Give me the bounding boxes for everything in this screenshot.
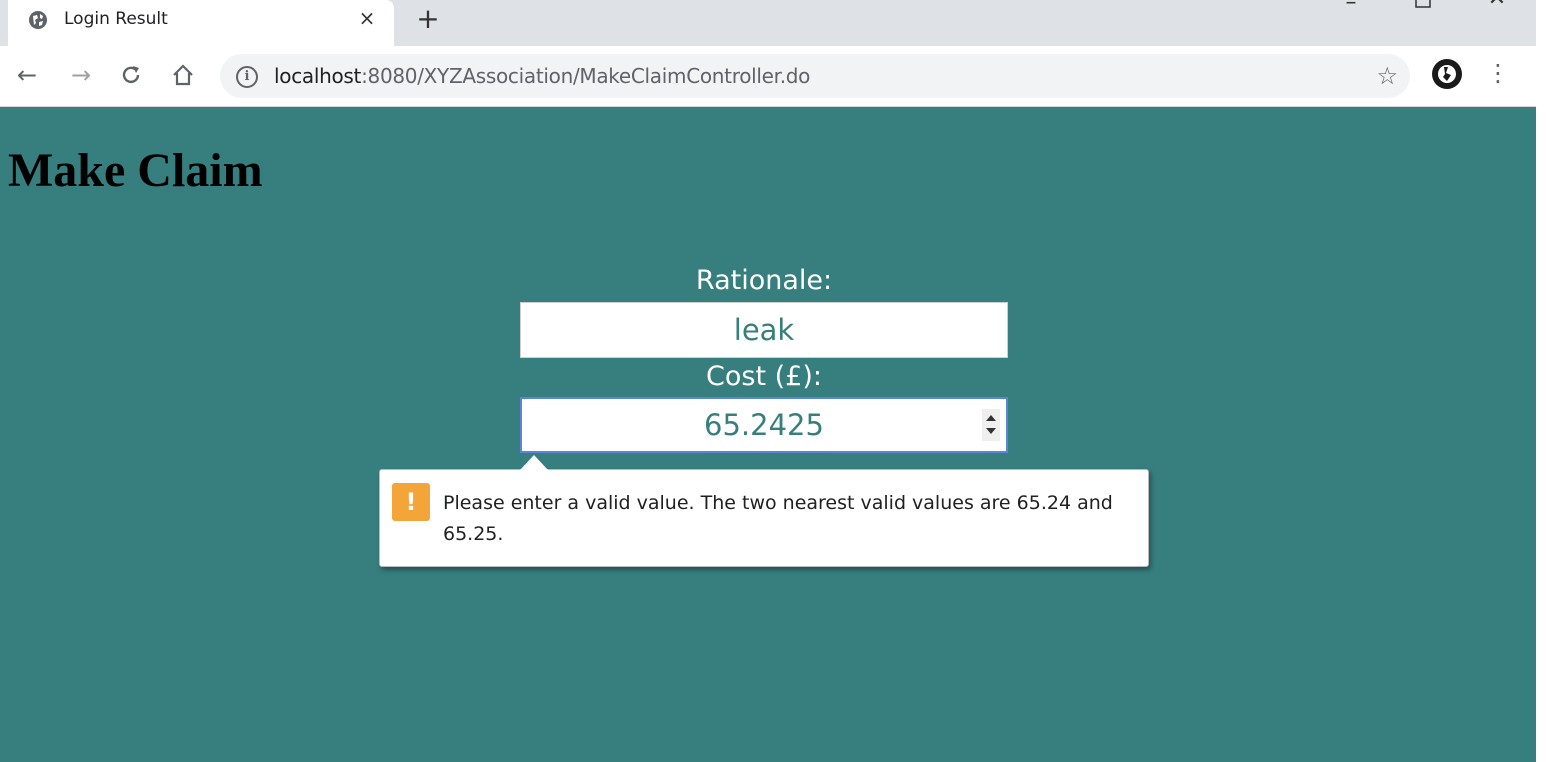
home-glyph-icon (173, 64, 193, 86)
browser-tab[interactable]: Login Result × (8, 0, 394, 46)
url-host: localhost (274, 64, 362, 88)
rationale-input[interactable]: leak (520, 302, 1008, 358)
new-tab-button[interactable]: + (414, 5, 442, 33)
cost-input[interactable]: 65.2425 (520, 397, 1008, 453)
browser-menu-icon[interactable]: ⋮ (1486, 58, 1510, 88)
home-icon[interactable] (168, 60, 198, 90)
page-content: Make Claim Rationale: leak Cost (£): 65.… (0, 107, 1536, 762)
number-spinner[interactable] (982, 409, 1000, 441)
tab-title: Login Result (64, 9, 168, 29)
warning-icon: ! (392, 483, 430, 521)
window-edge (1536, 0, 1546, 762)
forward-arrow-icon[interactable]: → (66, 60, 96, 90)
info-icon[interactable]: i (236, 66, 258, 88)
extension-glyph-icon (1438, 65, 1456, 83)
minimize-icon[interactable]: – (1328, 0, 1374, 20)
spinner-down-icon[interactable] (986, 428, 996, 434)
bookmark-star-icon[interactable]: ☆ (1376, 62, 1398, 90)
page-title: Make Claim (8, 144, 263, 197)
spinner-up-icon[interactable] (986, 415, 996, 421)
back-arrow-icon[interactable]: ← (12, 60, 42, 90)
maximize-square-icon (1415, 0, 1431, 8)
reload-glyph-icon (122, 66, 140, 84)
tab-close-icon[interactable]: × (356, 7, 378, 29)
tab-strip: Login Result × + – ✕ (0, 0, 1536, 46)
globe-icon (29, 11, 47, 29)
cost-value: 65.2425 (704, 408, 824, 442)
address-bar[interactable]: i localhost:8080/XYZAssociation/MakeClai… (220, 54, 1410, 98)
browser-toolbar: ← → i localhost:8080/XYZAssociation/Make… (0, 46, 1536, 107)
rationale-label: Rationale: (695, 265, 833, 296)
reload-icon[interactable] (116, 60, 146, 90)
url-text[interactable]: localhost:8080/XYZAssociation/MakeClaimC… (274, 64, 810, 88)
window-close-icon[interactable]: ✕ (1474, 0, 1520, 16)
extension-icon[interactable] (1432, 59, 1462, 89)
cost-label: Cost (£): (706, 361, 822, 392)
tooltip-arrow (520, 455, 548, 470)
maximize-icon[interactable] (1400, 0, 1446, 22)
validation-tooltip: ! Please enter a valid value. The two ne… (379, 469, 1149, 567)
url-path: :8080/XYZAssociation/MakeClaimController… (361, 64, 811, 88)
validation-message: Please enter a valid value. The two near… (443, 492, 1113, 545)
